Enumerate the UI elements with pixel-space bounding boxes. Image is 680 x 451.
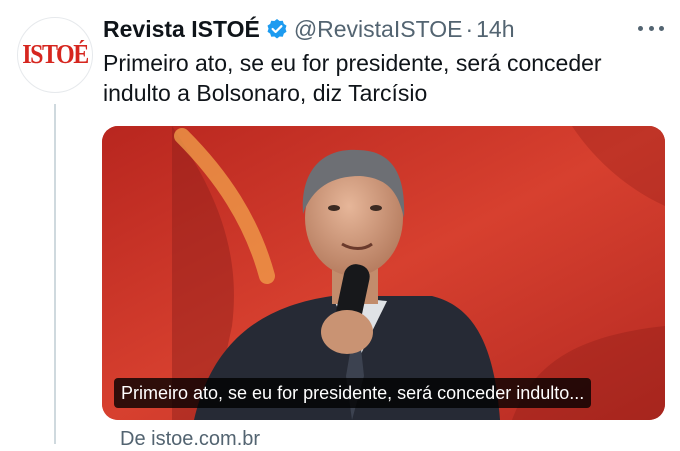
verified-badge-icon[interactable] bbox=[266, 18, 288, 40]
photo-illustration bbox=[102, 126, 665, 420]
tweet-header: Revista ISTOÉ @RevistaISTOE · 14h bbox=[103, 12, 515, 46]
timestamp[interactable]: 14h bbox=[476, 16, 514, 43]
user-handle[interactable]: @RevistaISTOE bbox=[294, 16, 463, 43]
media-caption: Primeiro ato, se eu for presidente, será… bbox=[114, 378, 592, 408]
more-options-icon[interactable] bbox=[638, 18, 664, 38]
istoe-logo: ISTOÉ bbox=[22, 40, 89, 70]
tweet-text: Primeiro ato, se eu for presidente, será… bbox=[103, 50, 602, 106]
avatar[interactable]: ISTOÉ bbox=[17, 17, 93, 93]
thread-line bbox=[54, 104, 56, 444]
display-name[interactable]: Revista ISTOÉ bbox=[103, 16, 260, 43]
separator-dot: · bbox=[465, 15, 474, 42]
media-image[interactable]: Primeiro ato, se eu for presidente, será… bbox=[102, 126, 665, 420]
